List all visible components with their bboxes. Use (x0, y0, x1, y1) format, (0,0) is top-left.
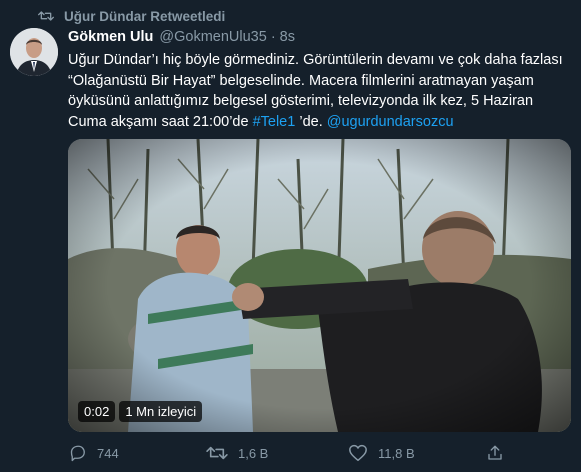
heart-icon (349, 444, 367, 462)
video-duration: 0:02 (78, 401, 116, 422)
mention-link[interactable]: @ugurdundarsozcu (327, 114, 454, 130)
video-views: 1 Mn izleyici (119, 401, 203, 422)
retweet-button[interactable]: 1,6 B (206, 444, 268, 462)
like-count: 11,8 B (378, 445, 415, 461)
retweet-count: 1,6 B (238, 445, 269, 461)
action-bar: 744 1,6 B 11,8 B (68, 444, 528, 466)
tweet-card[interactable]: Uğur Dündar Retweetledi Gökmen Ulu @Gokm… (0, 0, 581, 472)
hashtag-link[interactable]: #Tele1 (253, 114, 296, 130)
share-button[interactable] (486, 444, 514, 462)
reply-button[interactable]: 744 (68, 444, 119, 462)
retweet-action-icon (206, 446, 228, 460)
retweet-icon (38, 11, 54, 21)
tweet-text: Uğur Dündar’ı hiç böyle görmediniz. Görü… (68, 50, 568, 132)
tweet-text-part: ’de. (295, 113, 327, 130)
author-handle[interactable]: @GokmenUlu35 (159, 29, 266, 45)
reply-count: 744 (97, 445, 119, 461)
avatar[interactable] (10, 28, 58, 76)
tweet-header: Gökmen Ulu @GokmenUlu35 · 8s (68, 29, 295, 45)
video-frame (68, 139, 571, 432)
like-button[interactable]: 11,8 B (348, 444, 415, 462)
reply-icon (70, 445, 85, 462)
share-icon (488, 445, 502, 460)
separator: · (270, 29, 276, 45)
retweet-context[interactable]: Uğur Dündar Retweetledi (38, 8, 225, 24)
retweet-label: Uğur Dündar Retweetledi (64, 8, 226, 24)
author-name[interactable]: Gökmen Ulu (68, 29, 153, 45)
video-player[interactable]: 0:02 1 Mn izleyici (68, 139, 571, 432)
timestamp[interactable]: 8s (280, 29, 295, 45)
video-badge: 0:02 1 Mn izleyici (78, 401, 203, 422)
